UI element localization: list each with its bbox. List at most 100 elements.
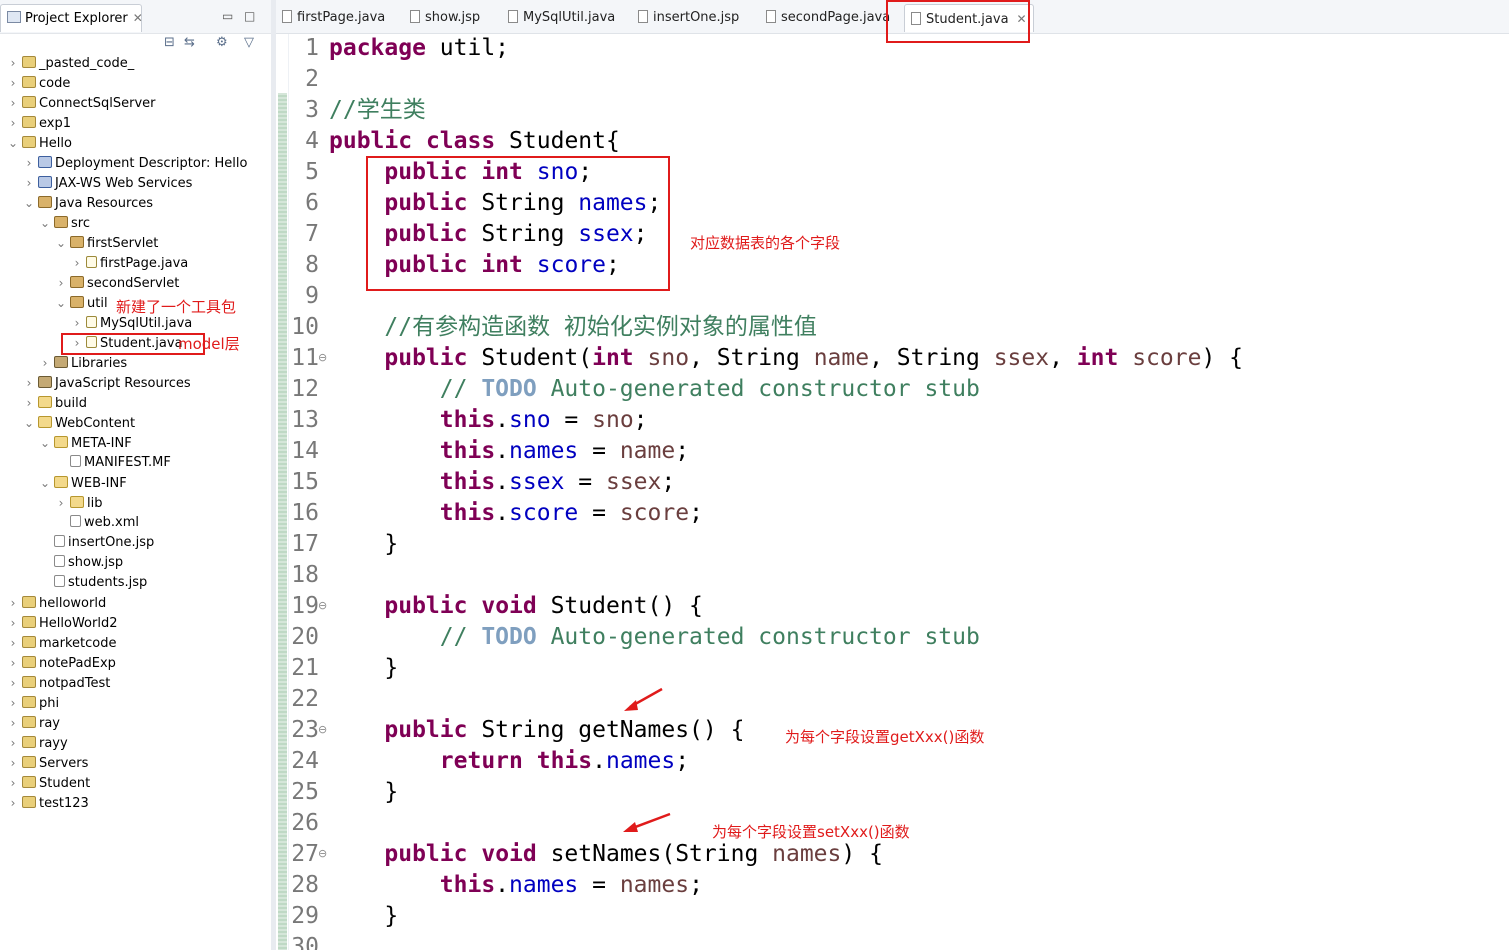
chevron-right-icon[interactable]: › xyxy=(6,633,20,653)
maximize-icon[interactable]: □ xyxy=(244,9,255,23)
fold-icon[interactable]: ⊖ xyxy=(318,847,327,860)
tree-item[interactable]: web.xml xyxy=(54,513,139,533)
tree-item[interactable]: › Deployment Descriptor: Hello xyxy=(22,153,247,173)
chevron-right-icon[interactable]: › xyxy=(6,753,20,773)
tree-item[interactable]: › JavaScript Resources xyxy=(22,373,191,393)
editor-tab[interactable]: firstPage.java xyxy=(282,4,385,32)
project-icon xyxy=(22,56,36,68)
tree-item[interactable]: ⌄ util xyxy=(54,293,108,313)
chevron-down-icon[interactable]: ⌄ xyxy=(54,233,68,253)
chevron-down-icon[interactable]: ⌄ xyxy=(22,413,36,433)
chevron-right-icon[interactable]: › xyxy=(6,713,20,733)
tree-item[interactable]: › notpadTest xyxy=(6,673,110,693)
tab-project-explorer[interactable]: Project Explorer ✕ xyxy=(0,4,143,32)
link-with-editor-icon[interactable]: ⇆ xyxy=(184,36,195,50)
tree-item[interactable]: › code xyxy=(6,73,70,93)
code-token: ; xyxy=(689,872,703,898)
code-token: = xyxy=(578,872,620,898)
chevron-right-icon[interactable]: › xyxy=(22,153,36,173)
editor-tab[interactable]: show.jsp xyxy=(410,4,480,32)
tree-item[interactable]: ⌄ WEB-INF xyxy=(38,473,127,493)
tree-item[interactable]: › helloworld xyxy=(6,593,106,613)
collapse-all-icon[interactable]: ⊟ xyxy=(164,36,175,50)
tree-item[interactable]: students.jsp xyxy=(38,573,147,593)
tree-item-label: Servers xyxy=(39,756,89,771)
tree-item[interactable]: › build xyxy=(22,393,87,413)
line-number: 16 xyxy=(291,500,319,526)
view-menu-icon[interactable]: ▽ xyxy=(244,36,254,50)
chevron-right-icon[interactable]: › xyxy=(6,73,20,93)
tree-item[interactable]: › ray xyxy=(6,713,60,733)
tree-item[interactable]: › phi xyxy=(6,693,59,713)
chevron-right-icon[interactable]: › xyxy=(6,653,20,673)
chevron-right-icon[interactable]: › xyxy=(6,53,20,73)
chevron-right-icon[interactable]: › xyxy=(6,773,20,793)
chevron-down-icon[interactable]: ⌄ xyxy=(38,213,52,233)
chevron-right-icon[interactable]: › xyxy=(6,793,20,813)
tree-item[interactable]: › notePadExp xyxy=(6,653,116,673)
code-token: this xyxy=(439,438,496,464)
getter-note: 为每个字段设置getXxx()函数 xyxy=(785,728,985,746)
code-token: this xyxy=(439,500,496,526)
tree-item-label: src xyxy=(71,216,90,231)
editor-tab[interactable]: secondPage.java xyxy=(766,4,890,32)
chevron-right-icon[interactable]: › xyxy=(6,693,20,713)
chevron-right-icon[interactable]: › xyxy=(22,393,36,413)
fold-icon[interactable]: ⊖ xyxy=(318,351,327,364)
fold-icon[interactable]: ⊖ xyxy=(318,723,327,736)
tree-item[interactable]: › lib xyxy=(54,493,102,513)
chevron-down-icon[interactable]: ⌄ xyxy=(22,193,36,213)
fold-icon[interactable]: ⊖ xyxy=(318,599,327,612)
tree-item[interactable]: ⌄ src xyxy=(38,213,90,233)
tree-item[interactable]: › MySqlUtil.java xyxy=(70,313,192,333)
tree-item[interactable]: › test123 xyxy=(6,793,89,813)
chevron-down-icon[interactable]: ⌄ xyxy=(38,473,52,493)
tree-item[interactable]: › Servers xyxy=(6,753,88,773)
chevron-right-icon[interactable]: › xyxy=(6,93,20,113)
code-token: names xyxy=(509,438,579,464)
chevron-right-icon[interactable]: › xyxy=(6,113,20,133)
editor-tab[interactable]: MySqlUtil.java xyxy=(508,4,615,32)
tree-item[interactable]: show.jsp xyxy=(38,553,123,573)
chevron-right-icon[interactable]: › xyxy=(54,273,68,293)
tree-item[interactable]: › JAX-WS Web Services xyxy=(22,173,192,193)
chevron-right-icon[interactable]: › xyxy=(6,673,20,693)
tree-item[interactable]: › HelloWorld2 xyxy=(6,613,117,633)
tree-item[interactable]: ⌄ Hello xyxy=(6,133,72,153)
chevron-down-icon[interactable]: ⌄ xyxy=(54,293,68,313)
tree-item[interactable]: MANIFEST.MF xyxy=(54,453,171,473)
chevron-right-icon[interactable]: › xyxy=(6,613,20,633)
tree-item[interactable]: › Student xyxy=(6,773,90,793)
chevron-down-icon[interactable]: ⌄ xyxy=(38,433,52,453)
filters-icon[interactable]: ⚙ xyxy=(216,36,228,50)
chevron-right-icon[interactable]: › xyxy=(6,593,20,613)
chevron-right-icon[interactable]: › xyxy=(54,493,68,513)
chevron-right-icon[interactable]: › xyxy=(70,313,84,333)
tree-item[interactable]: ⌄ WebContent xyxy=(22,413,135,433)
tree-item[interactable]: ⌄ META-INF xyxy=(38,433,132,453)
chevron-right-icon[interactable]: › xyxy=(6,733,20,753)
project-icon xyxy=(22,636,36,648)
tree-item[interactable]: › secondServlet xyxy=(54,273,179,293)
chevron-right-icon[interactable]: › xyxy=(38,353,52,373)
tree-item[interactable]: ⌄ Java Resources xyxy=(22,193,153,213)
minimize-icon[interactable]: ▭ xyxy=(222,9,233,23)
chevron-down-icon[interactable]: ⌄ xyxy=(6,133,20,153)
close-icon[interactable]: ✕ xyxy=(133,11,143,25)
chevron-right-icon[interactable]: › xyxy=(22,373,36,393)
editor-tab[interactable]: insertOne.jsp xyxy=(638,4,739,32)
tree-item[interactable]: › Libraries xyxy=(38,353,127,373)
chevron-right-icon[interactable]: › xyxy=(22,173,36,193)
tree-item[interactable]: › marketcode xyxy=(6,633,117,653)
tree-item[interactable]: ⌄ firstServlet xyxy=(54,233,158,253)
tree-item[interactable]: › firstPage.java xyxy=(70,253,188,273)
chevron-right-icon[interactable]: › xyxy=(70,253,84,273)
tree-item[interactable]: insertOne.jsp xyxy=(38,533,154,553)
code-token: ; xyxy=(675,438,690,464)
tree-item[interactable]: › exp1 xyxy=(6,113,71,133)
tree-item[interactable]: › _pasted_code_ xyxy=(6,53,134,73)
tree-item[interactable]: › ConnectSqlServer xyxy=(6,93,156,113)
editor-tab-label: insertOne.jsp xyxy=(653,10,740,25)
code-line: 9 xyxy=(289,281,329,312)
tree-item[interactable]: › rayy xyxy=(6,733,68,753)
